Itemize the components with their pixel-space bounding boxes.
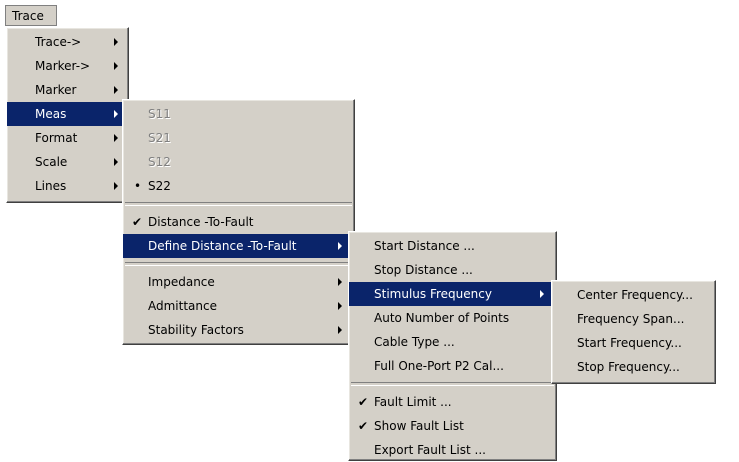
submenu-arrow-icon bbox=[540, 290, 544, 298]
checkmark-icon: ✔ bbox=[358, 419, 369, 433]
submenu-arrow-icon bbox=[114, 134, 118, 142]
define-dtf-submenu: Start Distance ... Stop Distance ... Sti… bbox=[348, 231, 557, 461]
menu-item-label: Show Fault List bbox=[374, 419, 464, 433]
menu-separator bbox=[125, 202, 352, 206]
submenu-arrow-icon bbox=[114, 110, 118, 118]
menu-item-scale[interactable]: Scale bbox=[7, 150, 128, 174]
menu-item-stimulus-frequency[interactable]: Stimulus Frequency bbox=[349, 282, 556, 306]
menu-item-admittance[interactable]: Admittance bbox=[123, 294, 354, 318]
menu-item-s21: S21 bbox=[123, 126, 354, 150]
menu-item-s22[interactable]: • S22 bbox=[123, 174, 354, 198]
menu-item-label: S22 bbox=[148, 179, 171, 193]
menu-item-format[interactable]: Format bbox=[7, 126, 128, 150]
menu-item-s11: S11 bbox=[123, 102, 354, 126]
menu-item-label: Trace-> bbox=[35, 35, 82, 49]
checkmark-icon: ✔ bbox=[132, 215, 143, 229]
menu-item-fault-limit[interactable]: ✔ Fault Limit ... bbox=[349, 390, 556, 414]
menu-item-stop-distance[interactable]: Stop Distance ... bbox=[349, 258, 556, 282]
submenu-arrow-icon bbox=[114, 158, 118, 166]
menu-item-marker-arrow[interactable]: Marker-> bbox=[7, 54, 128, 78]
menu-item-label: S21 bbox=[148, 131, 171, 145]
menu-item-full-one-port-cal[interactable]: Full One-Port P2 Cal... bbox=[349, 354, 556, 378]
menu-item-label: Fault Limit ... bbox=[374, 395, 452, 409]
submenu-arrow-icon bbox=[338, 326, 342, 334]
submenu-arrow-icon bbox=[338, 302, 342, 310]
menu-item-label: Center Frequency... bbox=[577, 288, 693, 302]
menu-item-label: Scale bbox=[35, 155, 68, 169]
menu-item-label: Stop Frequency... bbox=[577, 360, 680, 374]
menu-item-stop-frequency[interactable]: Stop Frequency... bbox=[552, 355, 715, 379]
menu-item-label: Marker bbox=[35, 83, 77, 97]
menu-item-label: Start Frequency... bbox=[577, 336, 682, 350]
menu-item-stability-factors[interactable]: Stability Factors bbox=[123, 318, 354, 342]
menu-item-marker[interactable]: Marker bbox=[7, 78, 128, 102]
menu-item-label: Define Distance -To-Fault bbox=[148, 239, 297, 253]
menu-item-auto-number-of-points[interactable]: Auto Number of Points bbox=[349, 306, 556, 330]
menu-item-impedance[interactable]: Impedance bbox=[123, 270, 354, 294]
menu-item-label: Auto Number of Points bbox=[374, 311, 510, 325]
menu-item-label: Start Distance ... bbox=[374, 239, 475, 253]
menu-item-label: Meas bbox=[35, 107, 67, 121]
menu-item-label: Distance -To-Fault bbox=[148, 215, 254, 229]
menu-item-center-frequency[interactable]: Center Frequency... bbox=[552, 283, 715, 307]
menu-item-meas[interactable]: Meas bbox=[7, 102, 128, 126]
menu-item-show-fault-list[interactable]: ✔ Show Fault List bbox=[349, 414, 556, 438]
menu-item-label: Stimulus Frequency bbox=[374, 287, 492, 301]
menu-item-label: Impedance bbox=[148, 275, 215, 289]
bullet-icon: • bbox=[134, 179, 142, 193]
submenu-arrow-icon bbox=[114, 62, 118, 70]
trace-menu: Trace-> Marker-> Marker Meas Format Scal… bbox=[6, 27, 129, 203]
meas-submenu: S11 S21 S12 • S22 ✔ Distance -To-Fault D… bbox=[122, 99, 355, 345]
menu-item-s12: S12 bbox=[123, 150, 354, 174]
menu-item-label: S11 bbox=[148, 107, 171, 121]
menu-item-label: Lines bbox=[35, 179, 67, 193]
menu-item-label: Marker-> bbox=[35, 59, 91, 73]
menu-item-label: Full One-Port P2 Cal... bbox=[374, 359, 504, 373]
menu-item-export-fault-list[interactable]: Export Fault List ... bbox=[349, 438, 556, 462]
menu-item-start-distance[interactable]: Start Distance ... bbox=[349, 234, 556, 258]
menu-separator bbox=[125, 262, 352, 266]
menu-item-frequency-span[interactable]: Frequency Span... bbox=[552, 307, 715, 331]
menu-separator bbox=[351, 382, 554, 386]
menu-item-cable-type[interactable]: Cable Type ... bbox=[349, 330, 556, 354]
menu-item-label: Stability Factors bbox=[148, 323, 244, 337]
submenu-arrow-icon bbox=[338, 242, 342, 250]
menu-item-label: S12 bbox=[148, 155, 171, 169]
submenu-arrow-icon bbox=[114, 182, 118, 190]
stimulus-frequency-submenu: Center Frequency... Frequency Span... St… bbox=[551, 280, 716, 384]
menu-item-start-frequency[interactable]: Start Frequency... bbox=[552, 331, 715, 355]
menu-item-label: Export Fault List ... bbox=[374, 443, 486, 457]
menu-item-label: Cable Type ... bbox=[374, 335, 455, 349]
menu-item-label: Format bbox=[35, 131, 78, 145]
menu-item-trace-arrow[interactable]: Trace-> bbox=[7, 30, 128, 54]
menu-item-lines[interactable]: Lines bbox=[7, 174, 128, 198]
menu-item-label: Admittance bbox=[148, 299, 217, 313]
menu-item-label: Stop Distance ... bbox=[374, 263, 473, 277]
submenu-arrow-icon bbox=[338, 278, 342, 286]
menu-item-label: Frequency Span... bbox=[577, 312, 685, 326]
submenu-arrow-icon bbox=[114, 86, 118, 94]
trace-menu-title[interactable]: Trace bbox=[5, 5, 57, 26]
menu-item-distance-to-fault[interactable]: ✔ Distance -To-Fault bbox=[123, 210, 354, 234]
checkmark-icon: ✔ bbox=[358, 395, 369, 409]
submenu-arrow-icon bbox=[114, 38, 118, 46]
menu-item-define-distance-to-fault[interactable]: Define Distance -To-Fault bbox=[123, 234, 354, 258]
